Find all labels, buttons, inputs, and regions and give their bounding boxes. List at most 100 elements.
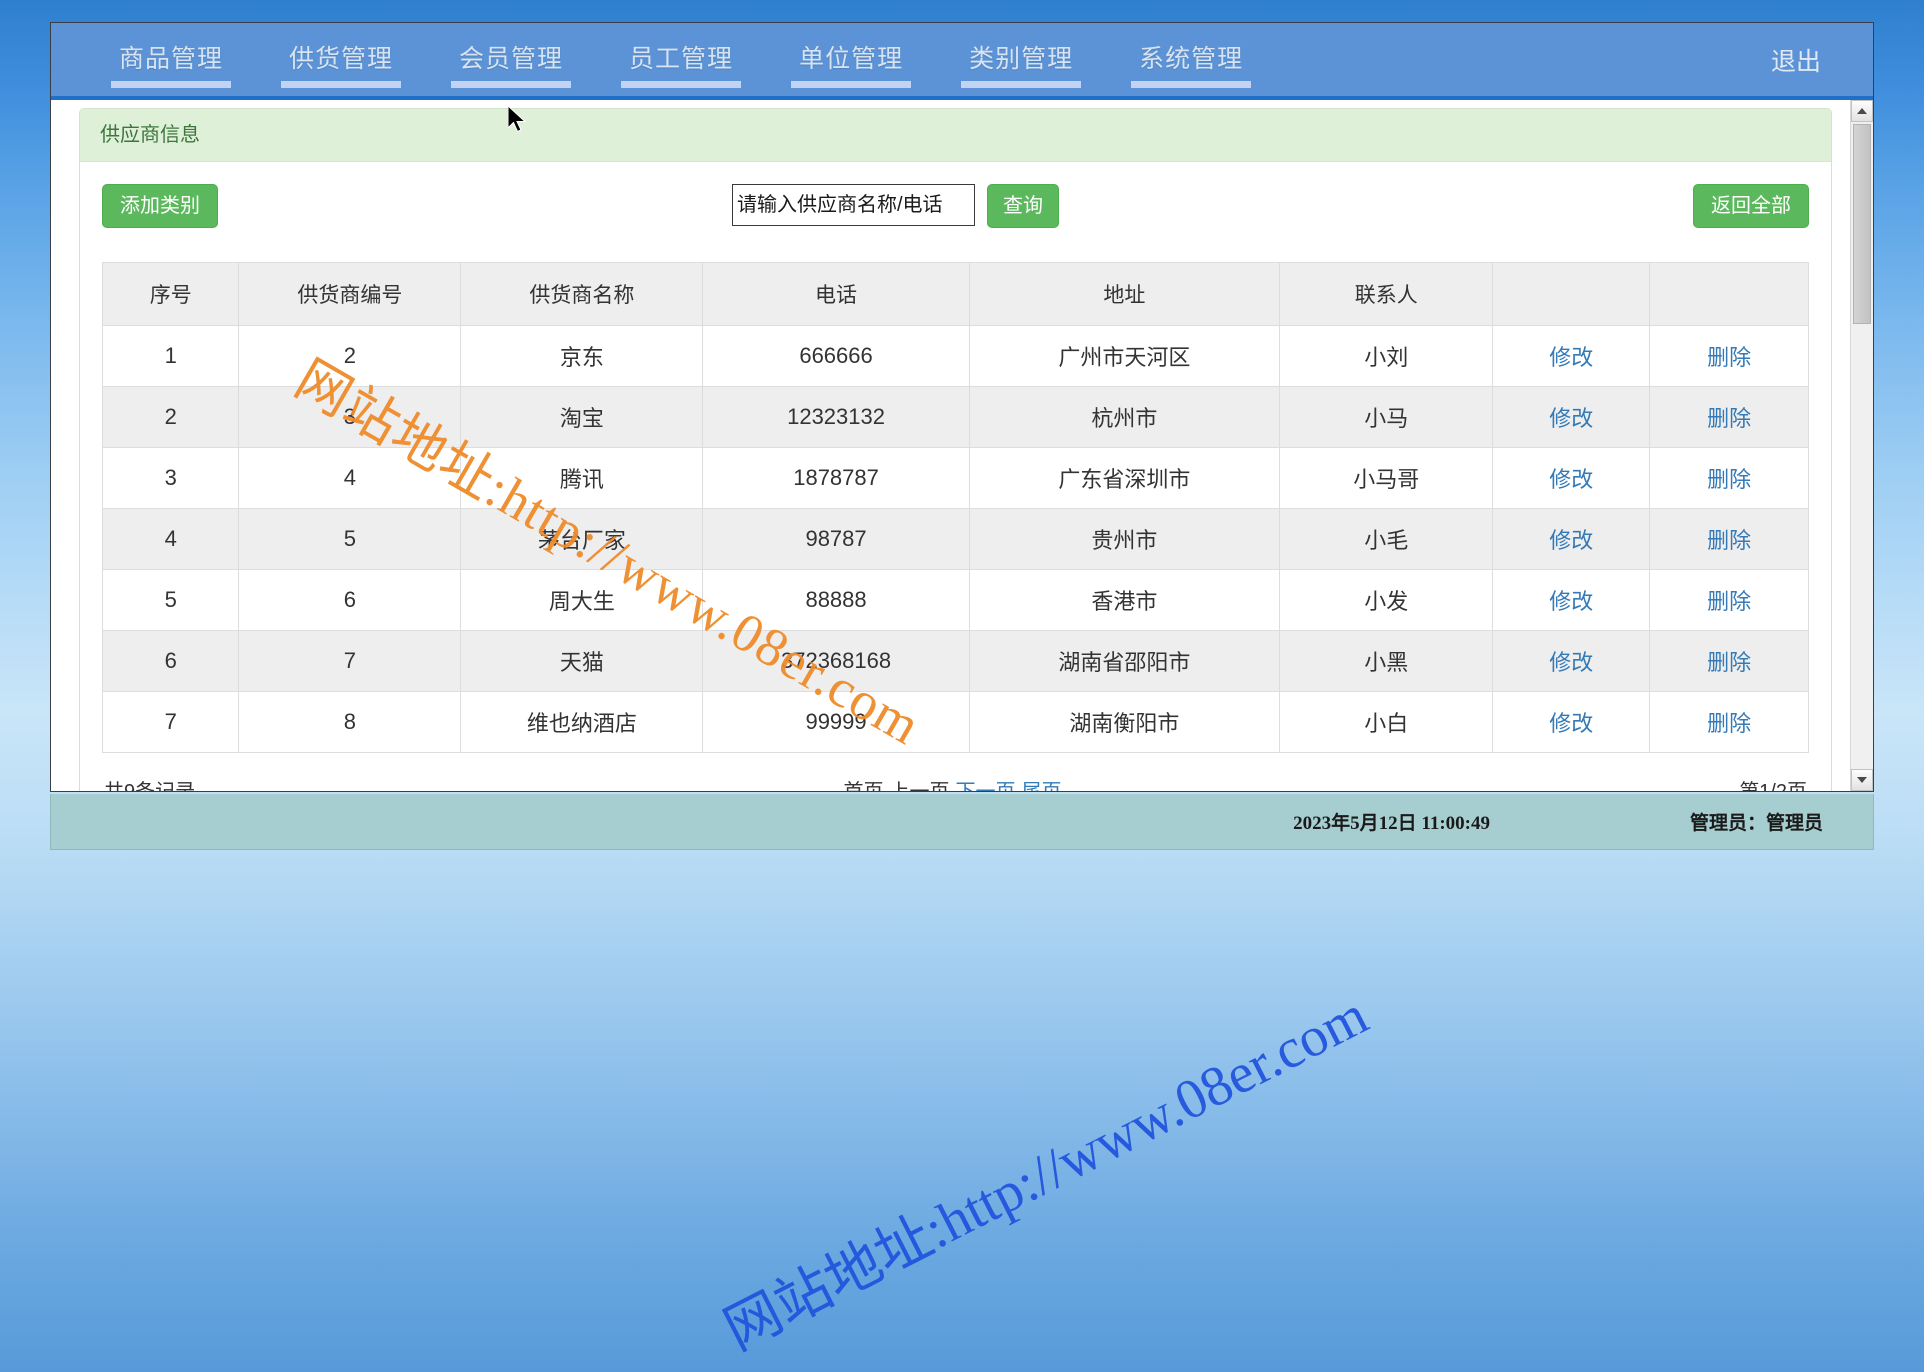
return-all-button[interactable]: 返回全部: [1693, 184, 1809, 228]
nav-item-underline: [451, 81, 572, 88]
cell-code: 7: [238, 630, 462, 692]
table-row: 6 7 天猫 372368168 湖南省邵阳市 小黑 修改 删除: [101, 630, 1809, 692]
table-row: 4 5 茅台厂家 98787 贵州市 小毛 修改 删除: [101, 508, 1809, 570]
add-category-button[interactable]: 添加类别: [102, 184, 218, 228]
table-header: 序号 供货商编号 供货商名称 电话 地址 联系人: [101, 262, 1809, 326]
nav-item-system-management[interactable]: 系统管理: [1129, 23, 1253, 96]
content-scroll-area: 供应商信息 添加类别 查询 返回全部: [51, 100, 1850, 791]
table-row: 3 4 腾讯 1878787 广东省深圳市 小马哥 修改 删除: [101, 447, 1809, 509]
supplier-table: 序号 供货商编号 供货商名称 电话 地址 联系人 1 2 京东 666666 广…: [101, 262, 1809, 753]
cell-name: 腾讯: [460, 447, 704, 509]
cell-contact: 小黑: [1279, 630, 1494, 692]
delete-link[interactable]: 删除: [1707, 589, 1751, 614]
column-header-delete: [1649, 262, 1809, 326]
cell-name: 周大生: [460, 569, 704, 631]
status-datetime: 2023年5月12日 11:00:49: [1293, 813, 1490, 834]
edit-link[interactable]: 修改: [1549, 528, 1593, 553]
nav-item-label: 系统管理: [1139, 45, 1244, 73]
scroll-down-button[interactable]: [1851, 769, 1873, 791]
pagination-last[interactable]: 尾页: [1022, 781, 1062, 791]
cell-phone: 99999: [702, 691, 970, 753]
cell-address: 广州市天河区: [968, 325, 1281, 387]
cell-contact: 小白: [1279, 691, 1494, 753]
edit-link[interactable]: 修改: [1549, 589, 1593, 614]
table-row: 5 6 周大生 88888 香港市 小发 修改 删除: [101, 569, 1809, 631]
column-header-name: 供货商名称: [460, 262, 704, 326]
edit-link[interactable]: 修改: [1549, 345, 1593, 370]
cell-phone: 88888: [702, 569, 970, 631]
cell-address: 香港市: [968, 569, 1281, 631]
nav-item-supply-management[interactable]: 供货管理: [279, 23, 403, 96]
nav-item-product-management[interactable]: 商品管理: [109, 23, 233, 96]
table-row: 1 2 京东 666666 广州市天河区 小刘 修改 删除: [101, 325, 1809, 387]
logout-link[interactable]: 退出: [1771, 23, 1821, 96]
cell-delete[interactable]: 删除: [1649, 630, 1809, 692]
column-header-address: 地址: [968, 262, 1281, 326]
pagination-prev: 上一页: [890, 781, 950, 791]
chevron-up-icon: [1857, 108, 1867, 114]
delete-link[interactable]: 删除: [1707, 467, 1751, 492]
cell-edit[interactable]: 修改: [1492, 630, 1651, 692]
nav-item-underline: [111, 81, 232, 88]
cell-delete[interactable]: 删除: [1649, 325, 1809, 387]
cell-name: 茅台厂家: [460, 508, 704, 570]
cell-edit[interactable]: 修改: [1492, 691, 1651, 753]
pagination-first: 首页: [844, 781, 884, 791]
cell-phone: 98787: [702, 508, 970, 570]
cell-phone: 372368168: [702, 630, 970, 692]
search-button[interactable]: 查询: [987, 184, 1059, 228]
delete-link[interactable]: 删除: [1707, 528, 1751, 553]
cell-edit[interactable]: 修改: [1492, 508, 1651, 570]
cell-delete[interactable]: 删除: [1649, 447, 1809, 509]
page-indicator: 第1/2页: [1739, 775, 1807, 791]
cell-address: 湖南衡阳市: [968, 691, 1281, 753]
cell-contact: 小发: [1279, 569, 1494, 631]
pagination-next[interactable]: 下一页: [956, 781, 1016, 791]
application-window: 商品管理 供货管理 会员管理 员工管理 单位管理 类别管理 系统管理 退出 供应…: [50, 22, 1874, 792]
cell-code: 4: [238, 447, 462, 509]
edit-link[interactable]: 修改: [1549, 467, 1593, 492]
cell-edit[interactable]: 修改: [1492, 325, 1651, 387]
cell-delete[interactable]: 删除: [1649, 508, 1809, 570]
edit-link[interactable]: 修改: [1549, 650, 1593, 675]
status-admin-label: 管理员：管理员: [1689, 813, 1823, 834]
cell-phone: 12323132: [702, 386, 970, 448]
cell-name: 京东: [460, 325, 704, 387]
table-row: 2 3 淘宝 12323132 杭州市 小马 修改 删除: [101, 386, 1809, 448]
cell-delete[interactable]: 删除: [1649, 691, 1809, 753]
cell-code: 3: [238, 386, 462, 448]
nav-item-label: 员工管理: [629, 45, 734, 73]
nav-item-underline: [281, 81, 402, 88]
cell-edit[interactable]: 修改: [1492, 447, 1651, 509]
table-row: 7 8 维也纳酒店 99999 湖南衡阳市 小白 修改 删除: [101, 691, 1809, 753]
vertical-scrollbar[interactable]: [1850, 100, 1873, 791]
cell-delete[interactable]: 删除: [1649, 386, 1809, 448]
cell-contact: 小马: [1279, 386, 1494, 448]
panel-body: 添加类别 查询 返回全部: [80, 162, 1831, 791]
cell-edit[interactable]: 修改: [1492, 386, 1651, 448]
cell-code: 2: [238, 325, 462, 387]
cell-phone: 666666: [702, 325, 970, 387]
nav-item-label: 类别管理: [969, 45, 1074, 73]
nav-item-employee-management[interactable]: 员工管理: [619, 23, 743, 96]
table-header-row: 序号 供货商编号 供货商名称 电话 地址 联系人: [101, 262, 1809, 326]
cell-edit[interactable]: 修改: [1492, 569, 1651, 631]
scrollbar-thumb[interactable]: [1853, 124, 1871, 324]
nav-item-category-management[interactable]: 类别管理: [959, 23, 1083, 96]
cell-name: 天猫: [460, 630, 704, 692]
nav-item-unit-management[interactable]: 单位管理: [789, 23, 913, 96]
delete-link[interactable]: 删除: [1707, 406, 1751, 431]
cell-address: 杭州市: [968, 386, 1281, 448]
search-input[interactable]: [732, 184, 975, 226]
nav-item-member-management[interactable]: 会员管理: [449, 23, 573, 96]
delete-link[interactable]: 删除: [1707, 650, 1751, 675]
cell-delete[interactable]: 删除: [1649, 569, 1809, 631]
cell-index: 6: [101, 630, 240, 692]
delete-link[interactable]: 删除: [1707, 711, 1751, 736]
scroll-up-button[interactable]: [1851, 100, 1873, 122]
edit-link[interactable]: 修改: [1549, 711, 1593, 736]
edit-link[interactable]: 修改: [1549, 406, 1593, 431]
nav-item-label: 会员管理: [459, 45, 564, 73]
column-header-code: 供货商编号: [238, 262, 462, 326]
delete-link[interactable]: 删除: [1707, 345, 1751, 370]
